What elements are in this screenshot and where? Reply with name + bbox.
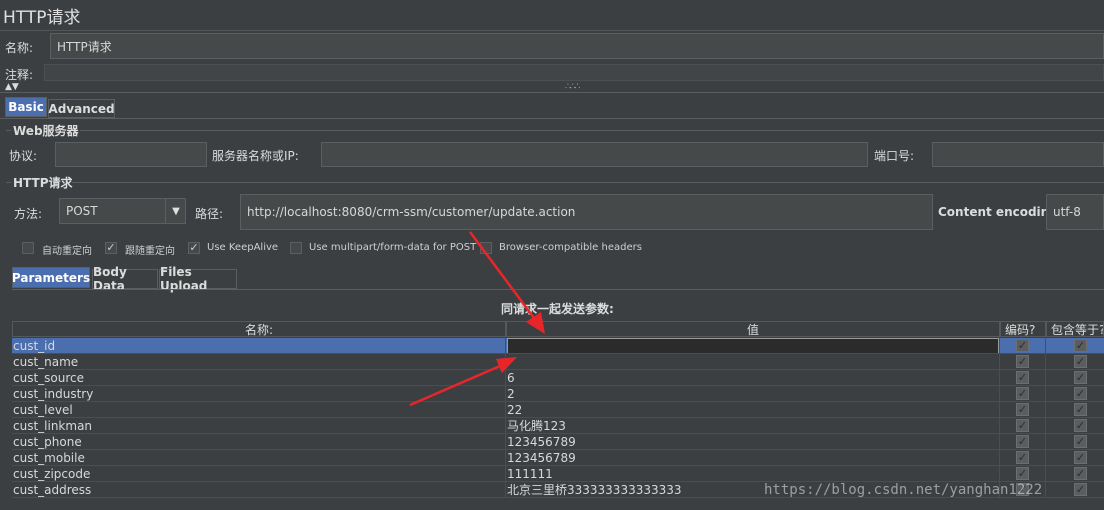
watermark: https://blog.csdn.net/yanghan1222 xyxy=(764,482,1043,498)
annotation-arrow-top xyxy=(468,231,545,334)
annotation-arrows xyxy=(409,231,545,407)
annotation-arrow-bottom xyxy=(409,357,517,407)
